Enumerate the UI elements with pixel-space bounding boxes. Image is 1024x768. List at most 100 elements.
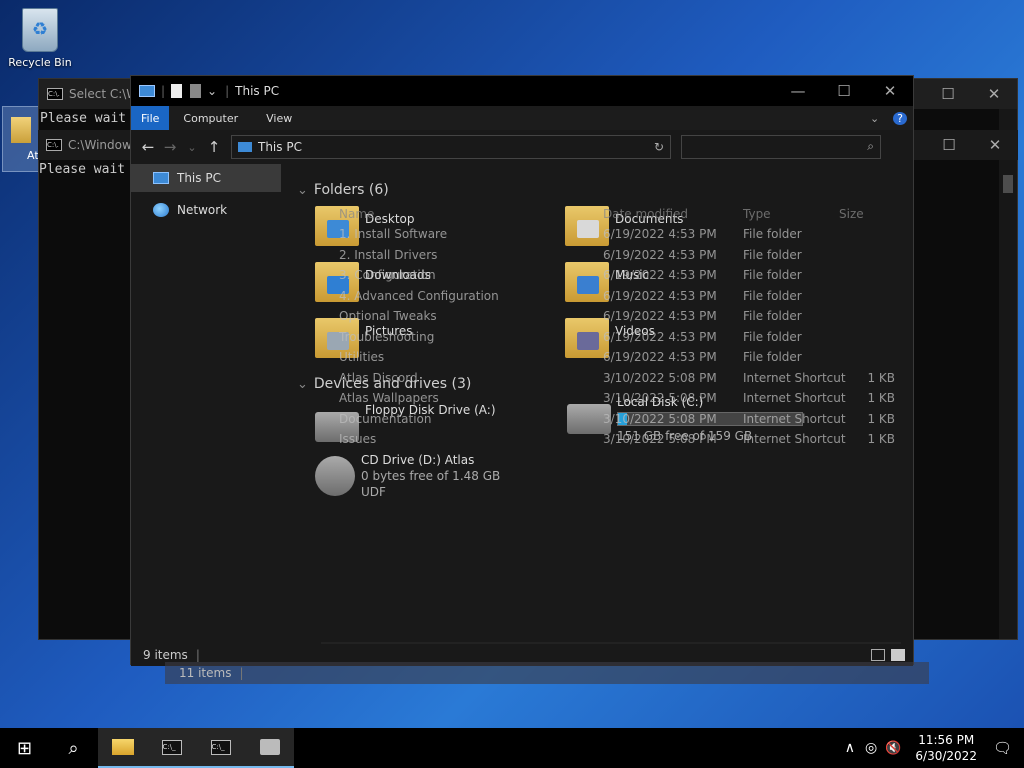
explorer-title: This PC bbox=[235, 84, 280, 98]
ghost-cell-type: File folder bbox=[743, 350, 802, 364]
ghost-cell-name: 4. Advanced Configuration bbox=[339, 288, 499, 303]
ghost-row[interactable]: Troubleshooting 6/19/2022 4:53 PM File fol… bbox=[339, 327, 899, 347]
ghost-row[interactable]: Utilities 6/19/2022 4:53 PM File folder bbox=[339, 347, 899, 367]
back-button[interactable]: ← bbox=[137, 138, 159, 156]
taskbar-cmd-2[interactable]: C:\_ bbox=[196, 728, 245, 768]
ghost-cell-name: 3. Configuration bbox=[339, 268, 436, 282]
cmd-1-maximize-button[interactable]: ☐ bbox=[925, 79, 971, 109]
item-count: 9 items bbox=[143, 648, 188, 662]
cmd-window-2-title: C:\Windows bbox=[68, 138, 139, 152]
nav-this-pc[interactable]: This PC bbox=[131, 164, 281, 192]
nav-this-pc-label: This PC bbox=[177, 171, 221, 185]
ghost-cell-type: File folder bbox=[743, 247, 802, 262]
explorer-close-button[interactable]: ✕ bbox=[867, 76, 913, 106]
ghost-cell-date: 6/19/2022 4:53 PM bbox=[603, 288, 717, 303]
ghost-cell-date: 6/19/2022 4:53 PM bbox=[603, 309, 717, 323]
address-input[interactable]: This PC ↻ bbox=[231, 135, 671, 159]
properties-icon[interactable] bbox=[171, 84, 183, 98]
clock[interactable]: 11:56 PM 6/30/2022 bbox=[905, 732, 987, 764]
details-view-icon[interactable] bbox=[871, 649, 885, 661]
taskbar-file-explorer[interactable] bbox=[98, 728, 147, 768]
recent-locations-button[interactable]: ⌄ bbox=[181, 141, 203, 154]
start-button[interactable]: ⊞ bbox=[0, 728, 49, 768]
taskbar-app[interactable] bbox=[245, 728, 294, 768]
column-name[interactable]: Name bbox=[339, 207, 569, 221]
new-folder-icon[interactable] bbox=[190, 84, 202, 98]
recycle-bin-desktop-icon[interactable]: Recycle Bin bbox=[6, 8, 74, 69]
cmd-1-close-button[interactable]: ✕ bbox=[971, 79, 1017, 109]
ghost-cell-date: 3/10/2022 5:08 PM bbox=[603, 370, 717, 385]
ghost-cell-size: 1 KB bbox=[867, 391, 895, 405]
explorer-maximize-button[interactable]: ☐ bbox=[821, 76, 867, 106]
ghost-row[interactable]: Atlas Discord 3/10/2022 5:08 PM Internet S… bbox=[339, 368, 899, 388]
recycle-bin-label: Recycle Bin bbox=[8, 56, 72, 69]
this-pc-icon bbox=[238, 142, 252, 152]
ghost-row[interactable]: Atlas Wallpapers 3/10/2022 5:08 PM Interne… bbox=[339, 388, 899, 408]
up-button[interactable]: ↑ bbox=[203, 138, 225, 156]
ghost-statusbar: 11 items | bbox=[165, 662, 929, 684]
tray-overflow-chevron[interactable]: ∧ bbox=[839, 740, 861, 756]
ghost-cell-type: File folder bbox=[743, 288, 802, 303]
search-button[interactable]: ⌕ bbox=[49, 728, 98, 768]
atlas-desktop-icon[interactable]: At bbox=[2, 106, 40, 172]
ghost-column-headers: Name Date modified Type Size bbox=[339, 204, 899, 224]
ribbon-tab-computer[interactable]: Computer bbox=[169, 112, 252, 125]
ghost-cell-date: 3/10/2022 5:08 PM bbox=[603, 391, 717, 405]
forward-button[interactable]: → bbox=[159, 138, 181, 156]
ghost-cell-name: 1. Install Software bbox=[339, 227, 448, 241]
ghost-row[interactable]: Documentation 3/10/2022 5:08 PM Internet S… bbox=[339, 409, 899, 429]
ghost-row[interactable]: 2. Install Drivers 6/19/2022 4:53 PM File … bbox=[339, 245, 899, 265]
ghost-row[interactable]: 1. Install Software 6/19/2022 4:53 PM File… bbox=[339, 224, 899, 244]
recycle-bin-icon bbox=[22, 8, 58, 52]
address-path: This PC bbox=[258, 140, 302, 154]
ghost-cell-type: File folder bbox=[743, 329, 802, 344]
ghost-cell-size: 1 KB bbox=[867, 432, 895, 446]
expand-ribbon-icon[interactable]: ⌄ bbox=[856, 112, 893, 125]
explorer-window[interactable]: | ⌄ | This PC — ☐ ✕ File Computer View ⌄… bbox=[130, 75, 914, 666]
quick-access-dropdown-icon[interactable]: ⌄ bbox=[207, 84, 217, 98]
column-date-modified[interactable]: Date modified bbox=[603, 207, 743, 221]
ghost-row[interactable]: 3. Configuration 6/19/2022 4:53 PM File fo… bbox=[339, 265, 899, 285]
cmd-2-maximize-button[interactable]: ☐ bbox=[926, 130, 972, 160]
ribbon-tab-file[interactable]: File bbox=[131, 106, 170, 130]
ghost-row[interactable]: 4. Advanced Configuration 6/19/2022 4:53 … bbox=[339, 286, 899, 306]
refresh-icon[interactable]: ↻ bbox=[654, 140, 664, 154]
search-input[interactable]: ⌕ bbox=[681, 135, 881, 159]
ghost-cell-date: 6/19/2022 4:53 PM bbox=[603, 247, 717, 262]
ghost-cell-name: Documentation bbox=[339, 411, 432, 426]
address-bar-row: ← → ⌄ ↑ This PC ↻ ⌕ bbox=[131, 130, 913, 164]
ghost-cell-size: 1 KB bbox=[867, 370, 895, 385]
ghost-cell-date: 6/19/2022 4:53 PM bbox=[603, 268, 717, 282]
ghost-cell-name: Atlas Wallpapers bbox=[339, 391, 439, 405]
ribbon-tab-view[interactable]: View bbox=[252, 112, 306, 125]
taskbar: ⊞ ⌕ C:\_ C:\_ ∧ ◎ 🔇 11:56 PM 6/30/2022 🗨 bbox=[0, 728, 1024, 768]
nav-network-label: Network bbox=[177, 203, 228, 217]
nav-network[interactable]: Network bbox=[131, 196, 281, 224]
content-pane: Folders (6) DesktopDocumentsDownloadsMus… bbox=[291, 176, 911, 642]
network-globe-icon[interactable]: ◎ bbox=[861, 740, 881, 756]
volume-muted-icon[interactable]: 🔇 bbox=[881, 741, 905, 756]
explorer-minimize-button[interactable]: — bbox=[775, 76, 821, 106]
ghost-cell-type: File folder bbox=[743, 309, 802, 323]
ghost-cell-name: Optional Tweaks bbox=[339, 309, 437, 323]
clock-time: 11:56 PM bbox=[918, 733, 975, 747]
this-pc-icon bbox=[139, 85, 155, 97]
explorer-titlebar[interactable]: | ⌄ | This PC — ☐ ✕ bbox=[131, 76, 913, 106]
folder-icon bbox=[11, 117, 31, 143]
ghost-cell-date: 6/19/2022 4:53 PM bbox=[603, 227, 717, 241]
help-button[interactable]: ? bbox=[893, 111, 907, 125]
ghost-cell-type: File folder bbox=[743, 227, 802, 241]
cmd-2-close-button[interactable]: ✕ bbox=[972, 130, 1018, 160]
cmd-window-1-title: Select C:\W bbox=[69, 87, 139, 101]
ghost-details-view: Name Date modified Type Size 1. Install … bbox=[309, 176, 909, 536]
system-tray: ∧ ◎ 🔇 11:56 PM 6/30/2022 🗨 bbox=[839, 728, 1024, 768]
column-size[interactable]: Size bbox=[839, 207, 895, 221]
terminal-icon: C:\_ bbox=[161, 739, 182, 755]
notification-icon[interactable]: 🗨 bbox=[987, 739, 1024, 757]
large-icons-view-icon[interactable] bbox=[891, 649, 905, 661]
cmd-icon: C:\. bbox=[46, 139, 62, 151]
taskbar-cmd-1[interactable]: C:\_ bbox=[147, 728, 196, 768]
ghost-row[interactable]: Optional Tweaks 6/19/2022 4:53 PM File fol… bbox=[339, 306, 899, 326]
ghost-cell-date: 3/10/2022 5:08 PM bbox=[603, 411, 717, 426]
ghost-row[interactable]: Issues 3/10/2022 5:08 PM Internet Shortcut… bbox=[339, 429, 899, 449]
